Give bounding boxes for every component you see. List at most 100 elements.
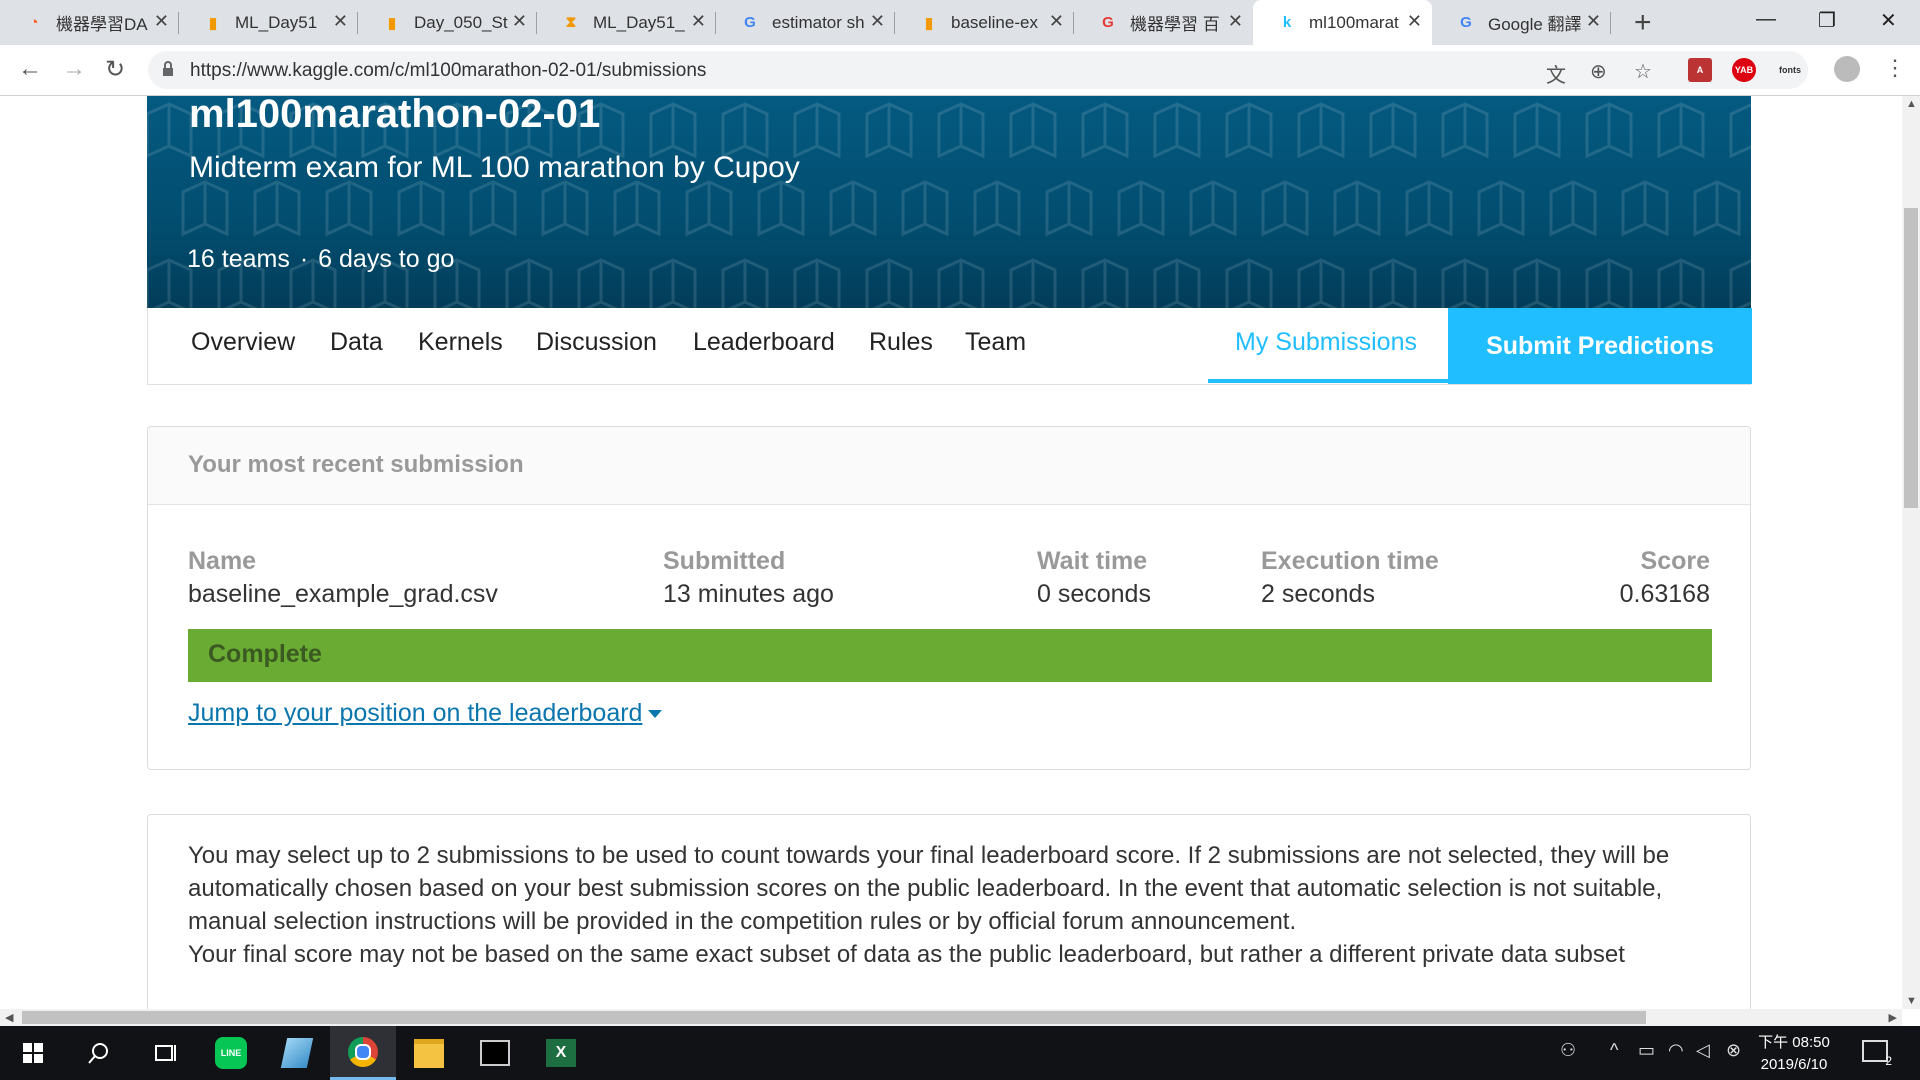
tab-team[interactable]: Team <box>965 328 1026 357</box>
scroll-down-icon[interactable]: ▼ <box>1906 995 1917 1007</box>
tab-close-icon[interactable]: ✕ <box>1407 11 1422 32</box>
hourglass-icon: ⧗ <box>565 14 577 31</box>
restore-icon[interactable]: ❐ <box>1818 8 1836 33</box>
fonts-extension-icon[interactable]: fonts <box>1774 58 1806 82</box>
browser-tab-strip: ◔ 機器學習DA ✕ ▮ ML_Day51 ✕ ▮ Day_050_St ✕ ⧗ ML_Day51_… <box>0 0 1920 45</box>
url-text: https://www.kaggle.com/c/ml100marathon-0… <box>190 60 707 81</box>
browser-toolbar: ← → ↻ https://www.kaggle.com/c/ml100mara… <box>0 45 1920 96</box>
tray-chevron-icon[interactable]: ^ <box>1610 1040 1618 1061</box>
browser-tab[interactable]: G Google 翻譯 ✕ <box>1432 0 1611 45</box>
people-icon[interactable]: ⚇ <box>1560 1040 1576 1061</box>
scroll-left-icon[interactable]: ◀ <box>5 1011 13 1024</box>
wifi-icon[interactable]: ◠ <box>1668 1040 1684 1061</box>
book-icon: ▮ <box>924 14 934 32</box>
clock-date: 2019/6/10 <box>1760 1056 1828 1073</box>
name-value: baseline_example_grad.csv <box>188 580 498 608</box>
line-app-icon[interactable]: LINE <box>198 1026 264 1080</box>
final-score-paragraph: Your final score may not be based on the… <box>188 941 1625 968</box>
jump-to-leaderboard-link[interactable]: Jump to your position on the leaderboard <box>188 699 663 728</box>
competition-tabs: Overview Data Kernels Discussion Leaderb… <box>147 308 1752 385</box>
vertical-scrollbar[interactable]: ▲ ▼ <box>1902 96 1920 1009</box>
browser-tab-title: ML_Day51 <box>235 12 318 32</box>
tab-discussion[interactable]: Discussion <box>536 328 657 357</box>
battery-icon[interactable]: ▭ <box>1638 1040 1655 1061</box>
close-window-icon[interactable]: ✕ <box>1880 8 1897 33</box>
tab-overview[interactable]: Overview <box>191 328 295 357</box>
browser-tab[interactable]: ▮ Day_050_St ✕ <box>358 0 537 45</box>
tab-close-icon[interactable]: ✕ <box>333 11 348 32</box>
file-explorer-icon[interactable] <box>396 1026 462 1080</box>
browser-tab[interactable]: G 機器學習 百 ✕ <box>1074 0 1253 45</box>
competition-title: ml100marathon-02-01 <box>189 96 601 136</box>
system-clock[interactable]: 下午 08:50 2019/6/10 <box>1756 1032 1832 1076</box>
tab-close-icon[interactable]: ✕ <box>691 11 706 32</box>
windows-taskbar: LINE X ⚇ ^ ▭ ◠ ◁ ⊗ 下午 08:50 2019/6/10 2 <box>0 1026 1920 1080</box>
bookmark-star-icon[interactable]: ☆ <box>1634 59 1652 84</box>
terminal-app-icon[interactable] <box>462 1026 528 1080</box>
competition-meta: 16 teams · 6 days to go <box>187 245 454 274</box>
profile-avatar-icon[interactable] <box>1834 56 1860 82</box>
browser-tab[interactable]: ◔ 機器學習DA ✕ <box>0 0 179 45</box>
cupoy-icon: ◔ <box>29 14 39 31</box>
tab-my-submissions[interactable]: My Submissions <box>1235 328 1417 357</box>
browser-tab[interactable]: ▮ ML_Day51 ✕ <box>179 0 358 45</box>
yab-extension-icon[interactable]: YAB <box>1732 58 1756 82</box>
browser-tab-title: baseline-ex <box>951 12 1038 32</box>
tab-kernels[interactable]: Kernels <box>418 328 503 357</box>
execution-time-value: 2 seconds <box>1261 580 1375 608</box>
recent-submission-heading: Your most recent submission <box>188 451 524 478</box>
browser-tab[interactable]: k ml100marat ✕ <box>1253 0 1432 45</box>
back-icon[interactable]: ← <box>18 55 42 83</box>
scroll-right-icon[interactable]: ▶ <box>1889 1011 1897 1024</box>
new-tab-button[interactable]: + <box>1634 6 1652 40</box>
wait-time-value: 0 seconds <box>1037 580 1151 608</box>
action-center-icon[interactable]: 2 <box>1862 1040 1892 1068</box>
google-icon: G <box>744 14 756 31</box>
browser-tab[interactable]: Gestimator sh ✕ <box>716 0 895 45</box>
notepad-app-icon[interactable] <box>264 1026 330 1080</box>
horizontal-scroll-thumb[interactable] <box>22 1011 1646 1024</box>
tab-data[interactable]: Data <box>330 328 383 357</box>
tab-close-icon[interactable]: ✕ <box>1228 11 1243 32</box>
tab-close-icon[interactable]: ✕ <box>512 11 527 32</box>
kaggle-icon: k <box>1282 14 1292 31</box>
start-icon[interactable] <box>0 1026 66 1080</box>
submitted-value: 13 minutes ago <box>663 580 834 608</box>
page-content: ml100marathon-02-01 Midterm exam for ML … <box>0 96 1902 1009</box>
network-error-icon[interactable]: ⊗ <box>1726 1040 1741 1061</box>
browser-tab-title: ML_Day51_ <box>593 12 685 32</box>
address-bar[interactable]: https://www.kaggle.com/c/ml100marathon-0… <box>148 51 1808 89</box>
tab-separator <box>1610 12 1611 34</box>
minimize-icon[interactable]: — <box>1756 8 1776 31</box>
wait-time-label: Wait time <box>1037 547 1148 575</box>
excel-app-icon[interactable]: X <box>528 1026 594 1080</box>
tab-close-icon[interactable]: ✕ <box>1049 11 1064 32</box>
browser-tab-title: 機器學習DA <box>56 15 148 34</box>
browser-tab[interactable]: ▮ baseline-ex ✕ <box>895 0 1074 45</box>
pdf-extension-icon[interactable]: A <box>1688 58 1712 82</box>
tab-rules[interactable]: Rules <box>869 328 933 357</box>
tab-close-icon[interactable]: ✕ <box>154 11 169 32</box>
chrome-app-icon[interactable] <box>330 1026 396 1080</box>
search-icon[interactable] <box>66 1026 132 1080</box>
tab-close-icon[interactable]: ✕ <box>1586 11 1601 32</box>
meta-separator: · <box>299 245 309 273</box>
browser-menu-icon[interactable]: ⋮ <box>1884 55 1906 81</box>
task-view-icon[interactable] <box>132 1026 198 1080</box>
browser-tab[interactable]: ⧗ ML_Day51_ ✕ <box>537 0 716 45</box>
submit-predictions-button[interactable]: Submit Predictions <box>1448 308 1752 384</box>
scroll-up-icon[interactable]: ▲ <box>1906 98 1917 110</box>
active-tab-indicator <box>1208 379 1448 383</box>
forward-icon[interactable]: → <box>62 55 86 83</box>
horizontal-scrollbar[interactable]: ◀ ▶ <box>0 1009 1902 1026</box>
team-count: 16 teams <box>187 245 290 273</box>
vertical-scroll-thumb[interactable] <box>1904 208 1918 508</box>
tab-close-icon[interactable]: ✕ <box>870 11 885 32</box>
zoom-icon[interactable]: ⊕ <box>1590 59 1607 84</box>
browser-tab-title: ml100marat <box>1309 12 1399 32</box>
translate-page-icon[interactable]: 文 <box>1546 59 1566 88</box>
volume-icon[interactable]: ◁ <box>1696 1040 1710 1061</box>
tab-leaderboard[interactable]: Leaderboard <box>693 328 835 357</box>
reload-icon[interactable]: ↻ <box>105 55 125 84</box>
score-label: Score <box>1640 547 1710 575</box>
